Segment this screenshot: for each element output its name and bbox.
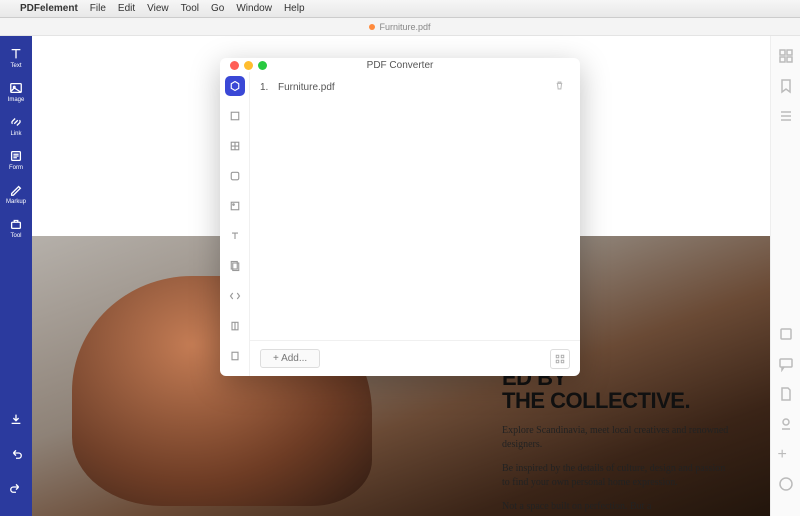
menu-tool[interactable]: Tool [181,3,199,14]
trash-icon [554,80,565,91]
export-tool[interactable] [4,406,28,434]
grid-view-button[interactable] [550,349,570,369]
image-icon [9,81,23,95]
dialog-format-rail [220,72,250,376]
left-tool-rail: Text Image Link Form Markup Tool [0,36,32,516]
format-epub-icon[interactable] [225,316,245,336]
headline-part2: THE COLLECTIVE. [502,388,690,413]
format-ppt-icon[interactable] [225,166,245,186]
format-word-icon[interactable] [225,106,245,126]
export-icon [9,412,23,426]
grid-icon [555,354,565,364]
format-rtf-icon[interactable] [225,346,245,366]
add-panel-icon[interactable]: + [778,446,794,464]
attachment-icon[interactable] [778,326,794,342]
stamp-icon[interactable] [778,416,794,432]
tab-indicator-icon [369,24,375,30]
file-row[interactable]: 1. Furniture.pdf [260,78,570,96]
dialog-title: PDF Converter [220,60,580,71]
image-tool[interactable]: Image [4,78,28,106]
menu-go[interactable]: Go [211,3,224,14]
list-icon[interactable] [778,108,794,124]
dialog-header: PDF Converter [220,58,580,72]
document-title: Furniture.pdf [379,22,430,32]
format-excel-icon[interactable] [225,136,245,156]
bookmark-icon[interactable] [778,78,794,94]
traffic-lights [230,61,267,70]
format-hexagon-icon[interactable] [225,76,245,96]
link-tool[interactable]: Link [4,112,28,140]
undo-tool[interactable] [4,440,28,468]
doc-paragraph-2: Be inspired by the details of culture, d… [502,462,732,490]
format-text-icon[interactable] [225,226,245,246]
window-titlebar: Furniture.pdf [0,18,800,36]
form-icon [9,149,23,163]
document-text-block: ED BY THE COLLECTIVE. Explore Scandinavi… [502,366,732,516]
app-name[interactable]: PDFelement [20,3,78,14]
comment-icon[interactable] [778,356,794,372]
undo-icon [9,446,23,460]
text-tool[interactable]: Text [4,44,28,72]
redo-icon [9,480,23,494]
right-side-rail: + [770,36,800,516]
markup-tool[interactable]: Markup [4,180,28,208]
add-file-button[interactable]: + Add... [260,349,320,368]
form-tool[interactable]: Form [4,146,28,174]
minimize-window-icon[interactable] [244,61,253,70]
file-list: 1. Furniture.pdf [250,72,580,340]
format-html-icon[interactable] [225,286,245,306]
menu-help[interactable]: Help [284,3,305,14]
doc-paragraph-3: Not a space built on perfection. But a [502,500,732,514]
file-index: 1. [260,82,278,93]
link-icon [9,115,23,129]
toolbox-icon [9,217,23,231]
redo-tool[interactable] [4,474,28,502]
format-image-icon[interactable] [225,196,245,216]
thumbnails-icon[interactable] [778,48,794,64]
menu-file[interactable]: File [90,3,106,14]
help-icon[interactable] [778,476,794,492]
macos-menubar: PDFelement File Edit View Tool Go Window… [0,0,800,18]
remove-file-button[interactable] [554,80,570,94]
menu-window[interactable]: Window [236,3,272,14]
menu-edit[interactable]: Edit [118,3,135,14]
pdf-converter-dialog: PDF Converter 1. Furniture.pdf [220,58,580,376]
text-icon [9,47,23,61]
dialog-footer: + Add... [250,340,580,376]
format-pages-icon[interactable] [225,256,245,276]
page-icon[interactable] [778,386,794,402]
markup-icon [9,183,23,197]
tool-tool[interactable]: Tool [4,214,28,242]
maximize-window-icon[interactable] [258,61,267,70]
file-name: Furniture.pdf [278,82,554,93]
menu-view[interactable]: View [147,3,169,14]
doc-paragraph-1: Explore Scandinavia, meet local creative… [502,424,732,452]
close-window-icon[interactable] [230,61,239,70]
